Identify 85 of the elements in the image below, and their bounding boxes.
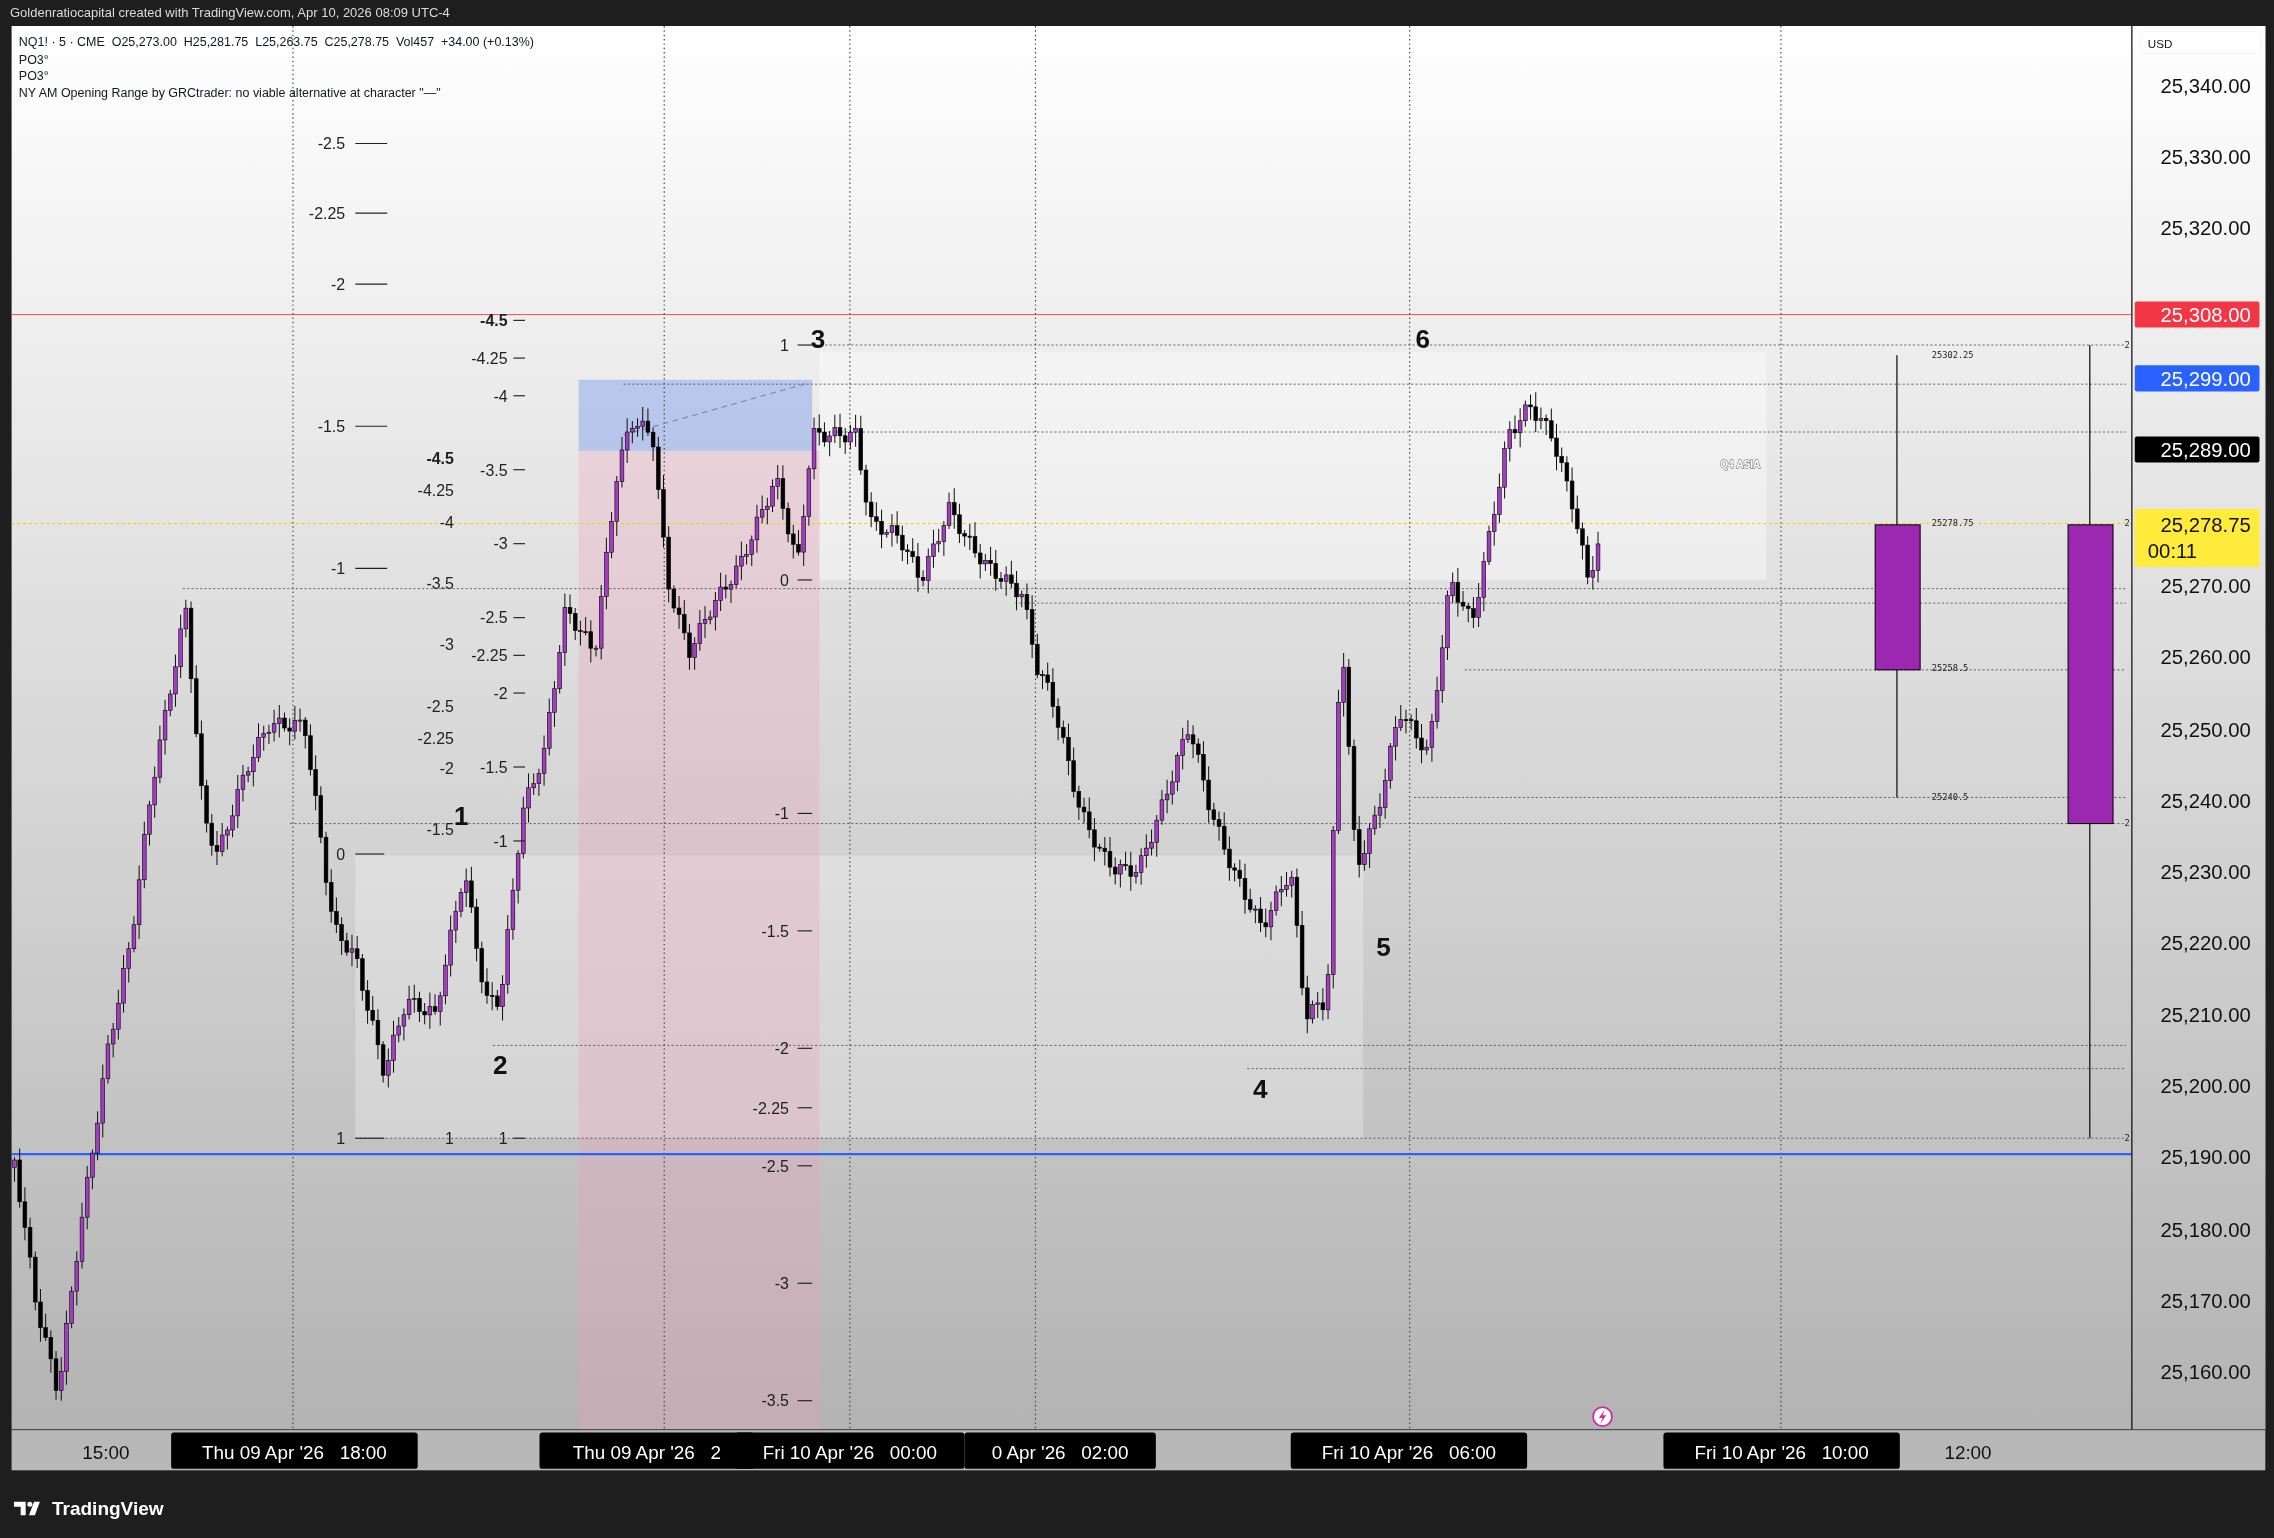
price-level-label: 25258.5 <box>1931 663 1969 674</box>
price-tick-label: 25,260.00 <box>2160 646 2251 669</box>
wave-number: 5 <box>1376 931 1391 962</box>
price-tick-label: 25,220.00 <box>2160 931 2251 954</box>
price-tick-label: 25,180.00 <box>2160 1218 2251 1241</box>
fib-level-label: 0 <box>336 845 346 863</box>
fib-level-label: -2.5 <box>317 135 346 153</box>
time-tick-label: 12:00 <box>1944 1441 1992 1463</box>
fib-level-label: -2 <box>774 1040 789 1058</box>
time-badge: Fri 10 Apr '26 10:00 <box>1663 1432 1900 1469</box>
fib-level-label: -4.25 <box>471 349 508 367</box>
level-mark: 2 <box>2124 518 2130 529</box>
attribution-text: Goldenratiocapital created with TradingView.com, Apr 10, 2026 08:09 UTC-4 <box>9 4 451 22</box>
fib-level-label: -2.25 <box>752 1099 789 1117</box>
fib-level-label: -1 <box>774 805 789 823</box>
price-tick-label: 25,200.00 <box>2160 1075 2251 1098</box>
fib-level-label: -4 <box>439 513 454 531</box>
level-mark: 2 <box>2124 339 2130 350</box>
currency-label[interactable]: USD <box>2140 31 2262 54</box>
price-level-label: 25302.25 <box>1931 350 1974 361</box>
fib-level-label: -2.25 <box>417 729 454 747</box>
last-price-badge: 25,278.75 00:11 <box>2134 508 2260 567</box>
fib-level-label: -1.5 <box>426 821 454 839</box>
price-level-label: 25278.75 <box>1931 518 1974 529</box>
level-mark: 2 <box>2124 818 2130 829</box>
wave-number: 4 <box>1253 1073 1268 1104</box>
fib-level-label: -3 <box>439 635 454 653</box>
fib-level-label: -2.5 <box>426 697 454 715</box>
fib-level-label: 1 <box>498 1130 508 1148</box>
fib-level-label: -2 <box>493 684 508 702</box>
fib-level-label: -2.5 <box>480 609 508 627</box>
fib-level-label: -1 <box>493 832 508 850</box>
wave-number: 6 <box>1415 323 1430 354</box>
price-tick-label: 25,330.00 <box>2160 145 2251 168</box>
fib-level-label: -1.5 <box>480 758 508 776</box>
fib-level-label: 1 <box>780 336 789 354</box>
price-tick-label: 25,270.00 <box>2160 575 2251 597</box>
price-tick-label: 25,250.00 <box>2160 718 2251 741</box>
time-tick-label: 15:00 <box>82 1441 130 1463</box>
brand-name[interactable]: TradingView <box>52 1497 164 1520</box>
fib-level-label: -2 <box>439 760 454 778</box>
fib-level-label: 1 <box>336 1130 346 1148</box>
price-tick-label: 25,210.00 <box>2160 1004 2251 1027</box>
time-badge: Fri 10 Apr '26 00:00 <box>735 1432 965 1469</box>
indicator-label: PO3° <box>18 52 49 67</box>
price-badge: 25,299.00 <box>2134 365 2260 392</box>
fib-level-label: -1.5 <box>317 418 346 436</box>
price-badge: 25,308.00 <box>2134 301 2260 328</box>
price-tick-label: 25,170.00 <box>2160 1289 2251 1312</box>
fib-level-label: -2 <box>331 275 346 293</box>
price-badge: 25,289.00 <box>2134 436 2260 463</box>
fib-level-label: -2.25 <box>471 647 508 665</box>
session-label: Q4 ASIA <box>1720 459 1761 471</box>
fib-level-label: -3.5 <box>761 1392 789 1410</box>
fib-level-label: -4.5 <box>426 449 454 467</box>
wave-number: 1 <box>453 801 469 831</box>
fib-level-label: -1.5 <box>761 922 789 940</box>
wave-number: 2 <box>493 1050 508 1081</box>
price-tick-label: 25,240.00 <box>2160 789 2251 812</box>
price-level-label: 25240.5 <box>1931 792 1969 803</box>
fib-level-label: 1 <box>445 1130 454 1148</box>
time-badge: 0 Apr '26 02:00 <box>964 1432 1156 1469</box>
fib-level-label: -1 <box>331 560 346 578</box>
fib-level-label: -3 <box>493 535 508 553</box>
fib-level-label: -2.25 <box>308 204 346 222</box>
price-tick-label: 25,230.00 <box>2160 860 2251 883</box>
price-tick-label: 25,160.00 <box>2160 1360 2251 1383</box>
symbol-legend: NQ1! · 5 · CME O25,273.00 H25,281.75 L25,263.75 C25,278.75 Vol457 +34.00 (+0.13%) <box>18 35 534 50</box>
fib-level-label: -3.5 <box>480 461 508 479</box>
fib-level-label: -4.5 <box>480 312 508 330</box>
fib-level-label: 0 <box>780 571 789 589</box>
time-badge: Fri 10 Apr '26 06:00 <box>1290 1432 1528 1469</box>
time-badge: Thu 09 Apr '26 18:00 <box>171 1432 418 1469</box>
fib-level-label: -3 <box>774 1275 789 1293</box>
fib-level-label: -4 <box>493 387 508 405</box>
fib-level-label: -3.5 <box>426 574 454 592</box>
indicator-label: NY AM Opening Range by GRCtrader: no viable alternative at character "—" <box>18 86 441 101</box>
wave-number: 3 <box>810 323 826 354</box>
price-tick-label: 25,190.00 <box>2160 1146 2251 1169</box>
fib-level-label: -2.5 <box>761 1157 789 1175</box>
level-mark: 2 <box>2124 1133 2130 1144</box>
price-tick-label: 25,340.00 <box>2160 74 2251 97</box>
price-tick-label: 25,320.00 <box>2160 216 2251 239</box>
fib-level-label: -4.25 <box>417 481 454 499</box>
indicator-label: PO3° <box>18 69 49 84</box>
